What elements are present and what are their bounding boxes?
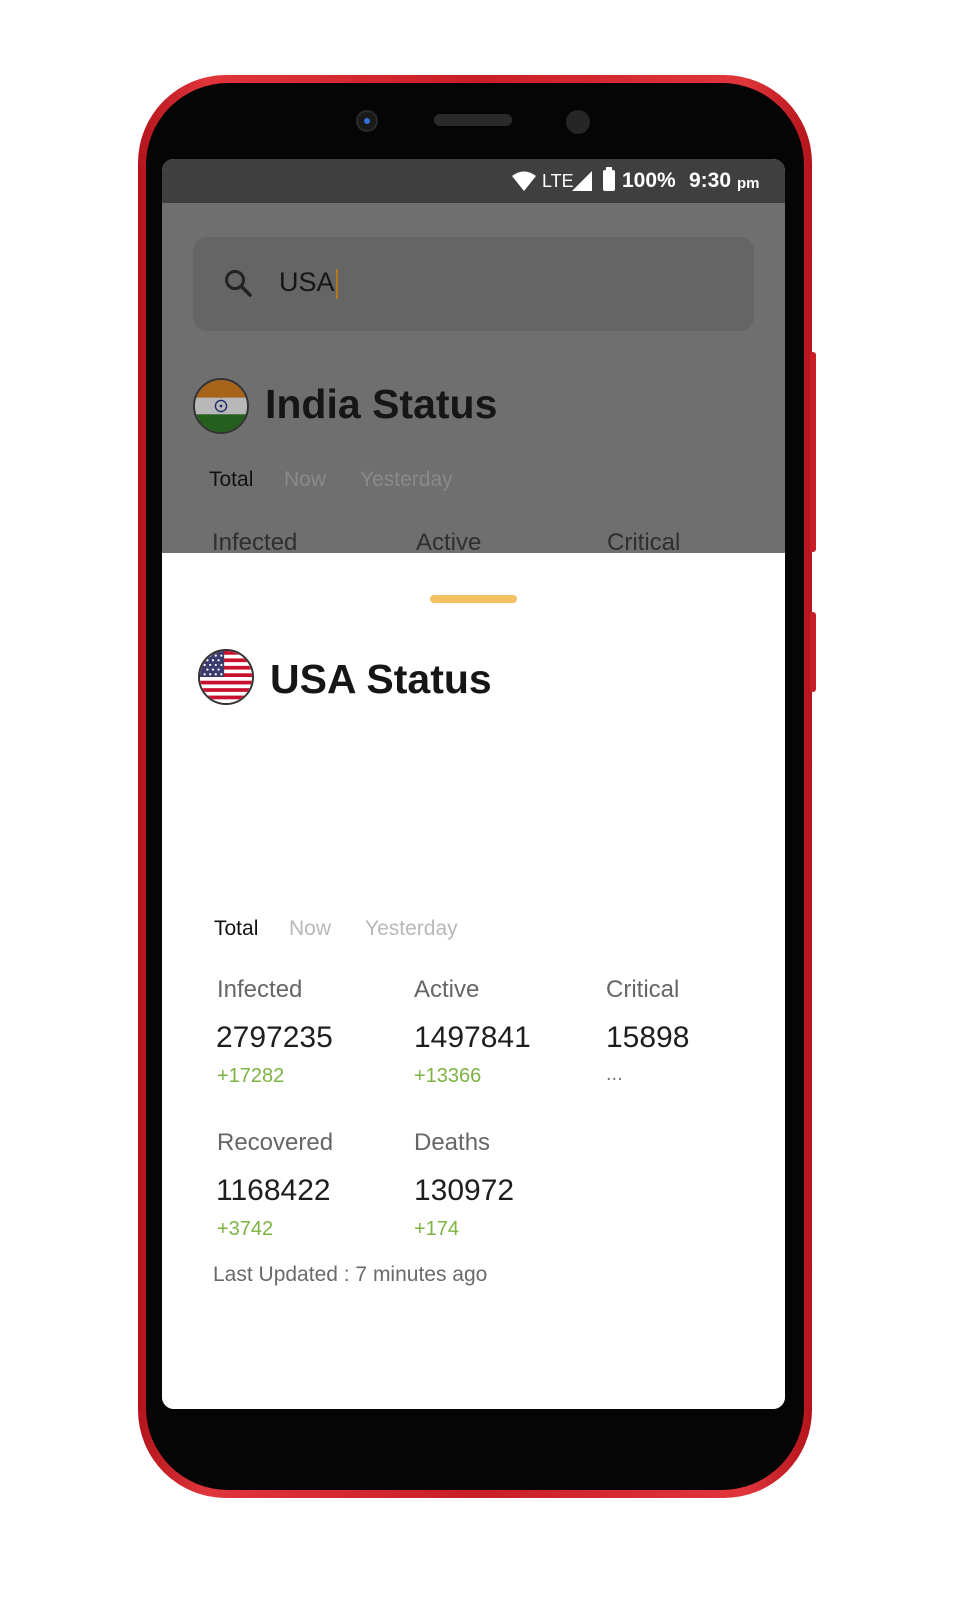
search-input[interactable]: USA [279,267,338,299]
status-bar: LTE 100% 9:30 pm [162,159,785,203]
drag-handle[interactable] [430,595,517,603]
front-camera-icon [356,110,378,132]
battery-icon [603,167,615,191]
search-bar[interactable]: USA [193,237,754,331]
bottom-sheet: USA Status Total Now Yesterday Infected … [162,553,785,1409]
stat-value-recovered: 1168422 [216,1174,331,1207]
india-flag-icon [193,378,249,434]
battery-percent: 100% [622,169,676,192]
app-screen: LTE 100% 9:30 pm USA India Status Total … [162,159,785,1409]
stat-value-active: 1497841 [414,1021,531,1054]
country-title: USA Status [270,656,492,702]
tab-yesterday[interactable]: Yesterday [365,917,458,941]
dimmed-background[interactable]: USA India Status Total Now Yesterday Inf… [162,203,785,556]
power-button [810,612,816,692]
stat-value-critical: 15898 [606,1021,690,1054]
stat-label-critical: Critical [606,976,680,1003]
wifi-icon [512,171,536,191]
clock-ampm: pm [737,175,760,192]
proximity-sensor [566,110,590,134]
stat-label-active: Active [414,976,480,1003]
stat-delta-critical: ... [606,1063,623,1085]
stat-label-deaths: Deaths [414,1129,491,1156]
stat-delta-active: +13366 [414,1065,482,1087]
network-type: LTE [542,171,574,191]
usa-flag-icon [198,649,254,705]
background-country-title: India Status [265,381,498,427]
tab-now[interactable]: Now [289,917,331,941]
volume-button [810,352,816,552]
search-icon [225,270,252,297]
clock-time: 9:30 [689,169,732,192]
stat-label-infected: Infected [217,976,303,1003]
tab-total[interactable]: Total [214,917,258,941]
stat-value-infected: 2797235 [216,1021,333,1054]
last-updated: Last Updated : 7 minutes ago [213,1263,488,1286]
stat-label-recovered: Recovered [217,1129,334,1156]
bg-tab-total[interactable]: Total [209,468,253,492]
earpiece-speaker [434,114,512,126]
bg-tab-now[interactable]: Now [284,468,326,492]
bg-tab-yesterday[interactable]: Yesterday [360,468,453,492]
text-caret [335,268,338,299]
stat-delta-deaths: +174 [414,1218,460,1240]
signal-icon [572,171,592,191]
stat-delta-infected: +17282 [217,1065,285,1087]
stat-value-deaths: 130972 [414,1174,515,1207]
stat-delta-recovered: +3742 [217,1218,274,1240]
